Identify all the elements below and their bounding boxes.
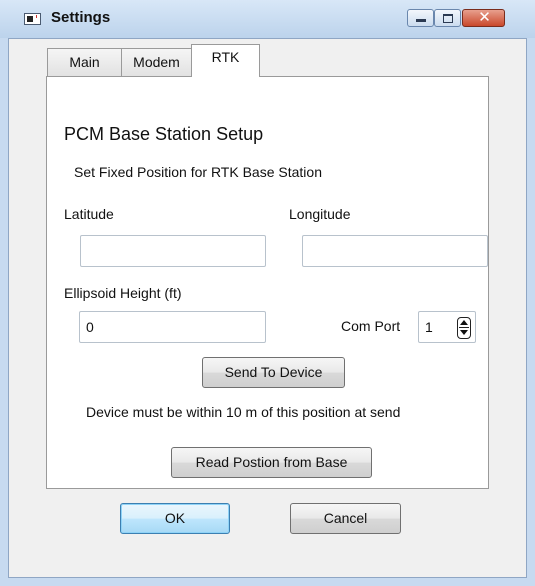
settings-window: Settings ✕ Main Modem RTK PCM Base Stati… xyxy=(0,0,535,586)
panel-heading: PCM Base Station Setup xyxy=(64,124,264,144)
app-icon xyxy=(24,13,41,25)
longitude-field[interactable] xyxy=(302,235,488,267)
ellipsoid-height-field[interactable]: 0 xyxy=(79,311,266,343)
maximize-icon[interactable] xyxy=(434,9,461,27)
tab-main[interactable]: Main xyxy=(47,48,122,76)
longitude-label: Longitude xyxy=(289,206,351,222)
title-bar[interactable]: Settings ✕ xyxy=(0,0,535,38)
read-position-button[interactable]: Read Postion from Base xyxy=(171,447,372,478)
ok-button[interactable]: OK xyxy=(120,503,230,534)
minimize-icon[interactable] xyxy=(407,9,434,27)
com-port-label: Com Port xyxy=(341,318,401,334)
latitude-field[interactable] xyxy=(80,235,266,267)
panel-subheading: Set Fixed Position for RTK Base Station xyxy=(74,164,322,180)
window-title: Settings xyxy=(51,9,111,26)
latitude-label: Latitude xyxy=(64,206,114,222)
tab-rtk[interactable]: RTK xyxy=(191,44,260,77)
close-icon[interactable]: ✕ xyxy=(462,8,505,27)
position-note: Device must be within 10 m of this posit… xyxy=(86,404,401,420)
send-to-device-button[interactable]: Send To Device xyxy=(202,357,345,388)
tab-modem[interactable]: Modem xyxy=(121,48,192,76)
cancel-button[interactable]: Cancel xyxy=(290,503,401,534)
spinner-arrows-icon[interactable] xyxy=(457,317,471,339)
ellipsoid-height-label: Ellipsoid Height (ft) xyxy=(64,285,182,301)
